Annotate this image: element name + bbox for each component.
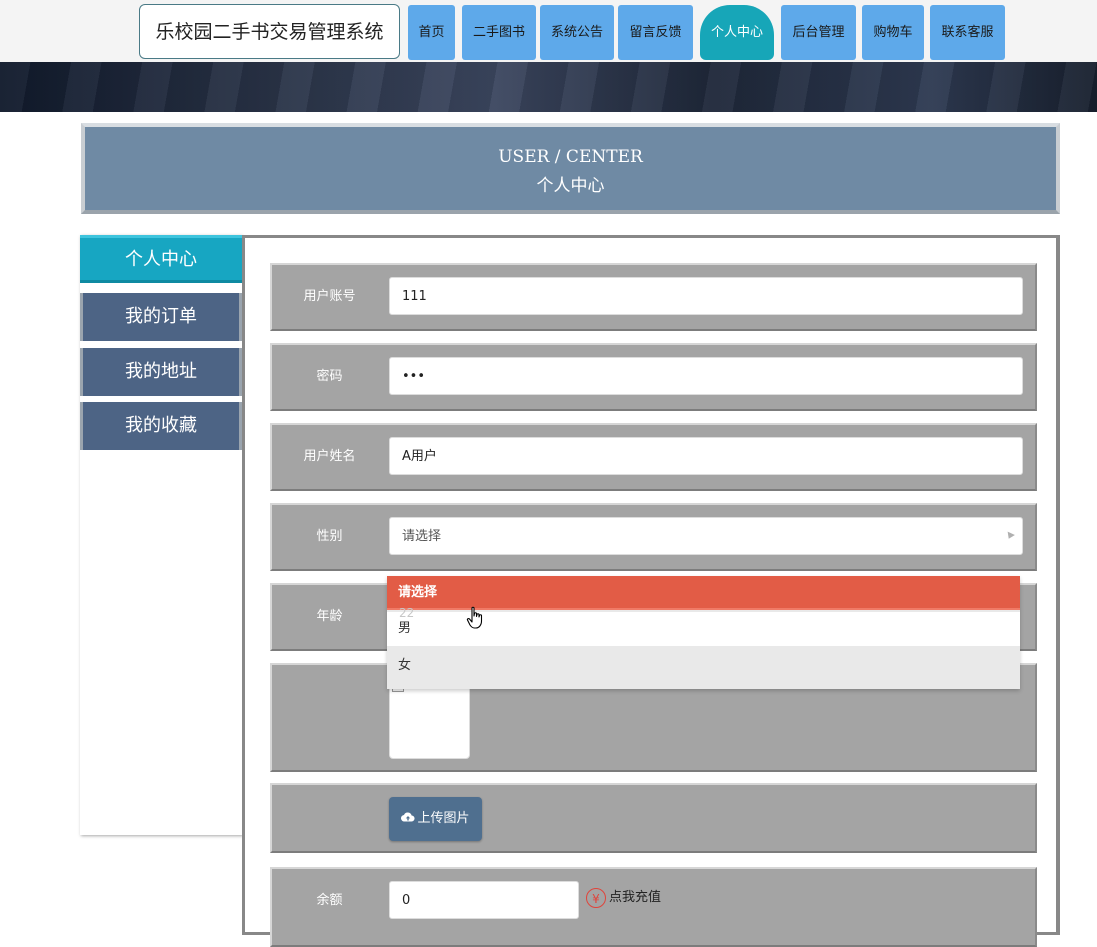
name-label: 用户姓名 xyxy=(303,449,356,464)
password-label: 密码 xyxy=(316,369,343,384)
age-label: 年龄 xyxy=(316,609,343,624)
account-input[interactable]: 111 xyxy=(389,277,1023,315)
form-row-gender: 性别 请选择 xyxy=(270,503,1037,571)
page-header-zh: 个人中心 xyxy=(536,176,605,196)
nav-cart[interactable]: 购物车 xyxy=(862,5,924,60)
site-title[interactable]: 乐校园二手书交易管理系统 xyxy=(139,4,400,59)
nav-customer-service[interactable]: 联系客服 xyxy=(930,5,1005,60)
nav-home[interactable]: 首页 xyxy=(408,5,455,60)
form-row-upload: 上传图片 xyxy=(270,783,1037,853)
gender-label: 性别 xyxy=(316,529,343,544)
gender-select-value: 请选择 xyxy=(402,529,442,544)
form-row-password: 密码 ••• xyxy=(270,343,1037,411)
nav-user-center[interactable]: 个人中心 xyxy=(700,5,774,60)
sidebar-item-user-center[interactable]: 个人中心 xyxy=(80,235,242,283)
page-header-en: USER / CENTER xyxy=(498,147,643,167)
password-input[interactable]: ••• xyxy=(389,357,1023,395)
sidebar-item-address[interactable]: 我的地址 xyxy=(80,348,242,396)
hand-cursor-icon xyxy=(466,606,483,629)
page-header: USER / CENTER 个人中心 xyxy=(81,123,1060,214)
chevron-down-icon xyxy=(1005,531,1015,541)
form-row-account: 用户账号 111 xyxy=(270,263,1037,331)
name-input[interactable]: A用户 xyxy=(389,437,1023,475)
sidebar-item-favorites[interactable]: 我的收藏 xyxy=(80,402,242,450)
account-label: 用户账号 xyxy=(303,289,356,304)
banner-image xyxy=(0,62,1097,112)
nav-feedback[interactable]: 留言反馈 xyxy=(618,5,693,60)
form-row-name: 用户姓名 A用户 xyxy=(270,423,1037,491)
gender-option-placeholder[interactable]: 请选择 xyxy=(387,576,1020,610)
sidebar-item-orders[interactable]: 我的订单 xyxy=(80,293,242,341)
top-nav-bar: 乐校园二手书交易管理系统 首页 二手图书 系统公告 留言反馈 个人中心 后台管理… xyxy=(0,0,1097,62)
recharge-label: 点我充值 xyxy=(609,890,662,905)
gender-option-female[interactable]: 女 xyxy=(387,649,1020,683)
cloud-upload-icon xyxy=(401,812,416,822)
gender-dropdown: 请选择 男 女 xyxy=(387,576,1020,689)
recharge-link[interactable]: ¥ 点我充值 xyxy=(586,885,661,911)
yuan-icon: ¥ xyxy=(586,887,606,908)
upload-image-button[interactable]: 上传图片 xyxy=(389,797,482,841)
avatar-image xyxy=(389,677,470,759)
nav-used-books[interactable]: 二手图书 xyxy=(462,5,536,60)
balance-label: 余额 xyxy=(316,893,343,908)
nav-announcements[interactable]: 系统公告 xyxy=(540,5,614,60)
sidebar: 个人中心 我的订单 我的地址 我的收藏 xyxy=(80,235,242,835)
nav-admin[interactable]: 后台管理 xyxy=(781,5,856,60)
upload-button-label: 上传图片 xyxy=(417,811,470,826)
balance-input[interactable]: 0 xyxy=(389,881,579,919)
age-value-behind-dropdown: 22 xyxy=(399,606,415,620)
gender-select[interactable]: 请选择 xyxy=(389,517,1023,555)
